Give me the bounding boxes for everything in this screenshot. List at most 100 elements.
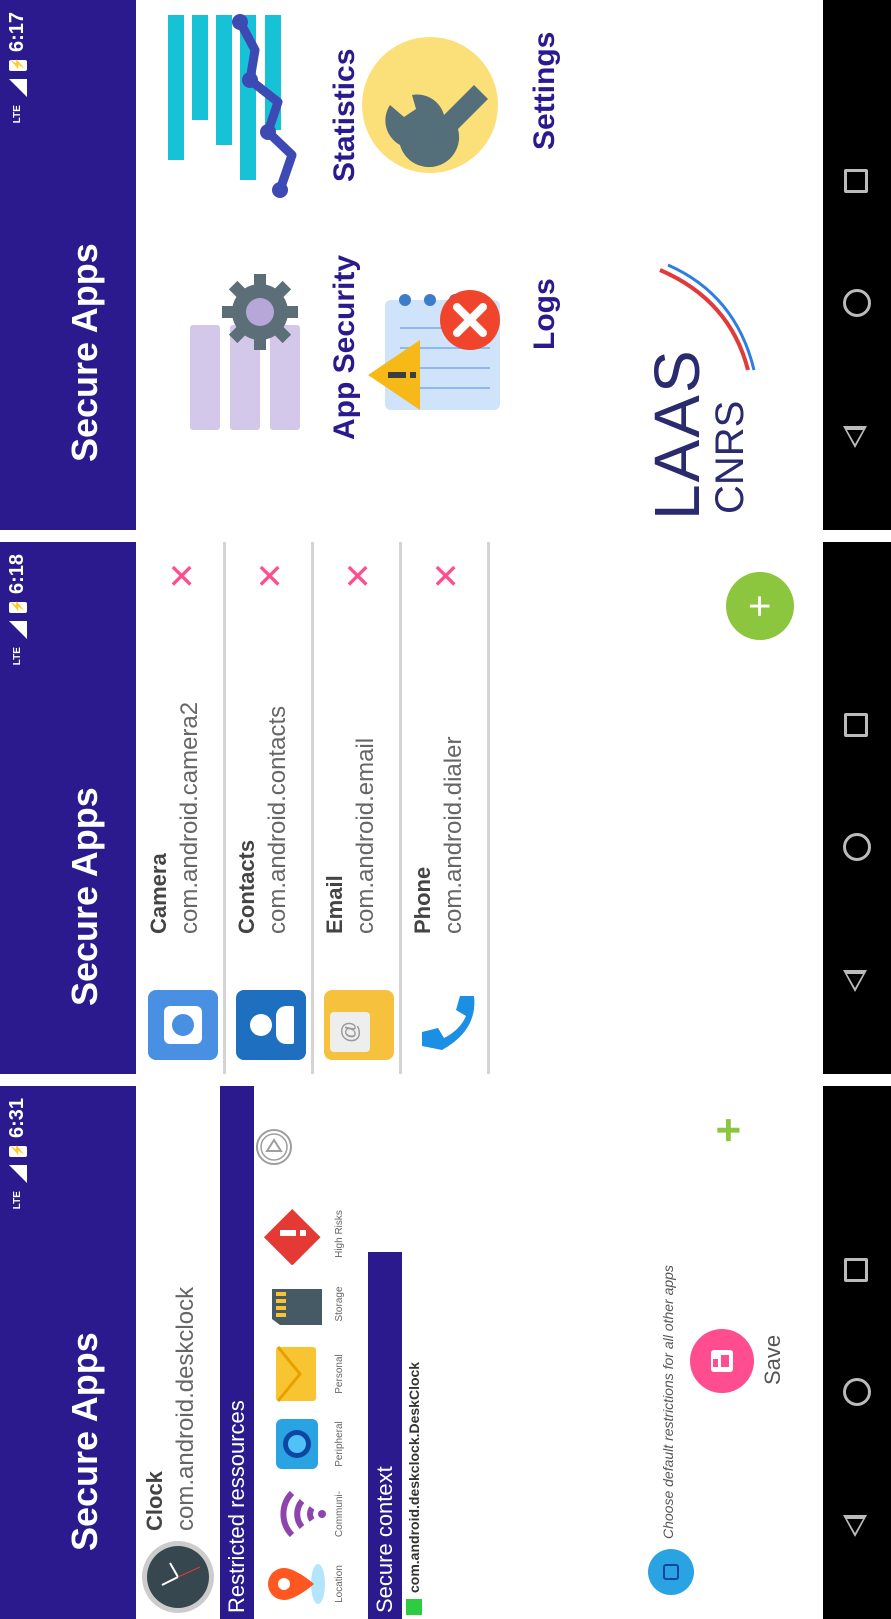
recents-icon[interactable] [844, 713, 868, 737]
sd-card-icon[interactable] [262, 1273, 332, 1335]
app-package: com.android.dialer [440, 736, 467, 934]
app-row-phone[interactable]: Phone com.android.dialer ✕ [404, 542, 490, 1074]
logs-icon [368, 290, 500, 410]
location-icon[interactable] [262, 1553, 332, 1615]
envelope-icon[interactable] [262, 1343, 332, 1405]
remove-app-button[interactable]: ✕ [164, 562, 202, 591]
app-title: Secure Apps [64, 787, 105, 1006]
signal-icon [8, 621, 27, 640]
resource-label: Peripheral [334, 1421, 345, 1467]
back-icon[interactable] [843, 970, 867, 992]
signal-icon [8, 79, 27, 98]
add-button[interactable]: + [704, 1117, 754, 1143]
app-name: Clock [142, 1471, 167, 1531]
wrench-icon [362, 37, 498, 173]
resources-row: Location Communi- Peripheral Personal St… [254, 1086, 360, 1619]
app-security-icon [190, 274, 300, 430]
home-icon[interactable] [843, 289, 871, 317]
laas-cnrs-logo: LAAS CNRS [640, 260, 760, 520]
app-security-tile[interactable]: App Security [160, 250, 361, 470]
statistics-label: Statistics [328, 48, 361, 182]
screen-home: LTE 6:17 Secure Apps [0, 0, 891, 530]
nav-bar [823, 1086, 891, 1619]
network-type: LTE [12, 105, 23, 124]
logs-tile[interactable]: Logs [360, 230, 561, 430]
app-header: Clock com.android.deskclock [136, 1086, 220, 1619]
defaults-button[interactable] [648, 1549, 694, 1595]
network-type: LTE [12, 1191, 23, 1210]
default-restrictions-hint: Choose default restrictions for all othe… [660, 1265, 676, 1539]
app-title: Secure Apps [64, 1332, 105, 1551]
save-label: Save [760, 1334, 785, 1385]
logs-label: Logs [528, 278, 561, 350]
clock-time: 6:17 [6, 12, 28, 53]
clock-time: 6:31 [6, 1098, 28, 1139]
resource-label: Personal [334, 1354, 345, 1394]
context-activity-row[interactable]: com.android.deskclock.DeskClock [406, 1362, 422, 1615]
resource-label: Storage [334, 1286, 345, 1322]
home-icon[interactable] [843, 1378, 871, 1406]
nav-bar [823, 0, 891, 530]
app-name: Camera [146, 853, 171, 934]
battery-icon [8, 1146, 27, 1158]
app-bar: Secure Apps [36, 542, 136, 1074]
remove-app-button[interactable]: ✕ [428, 562, 466, 591]
camera-icon[interactable] [262, 1413, 332, 1475]
warning-icon[interactable] [262, 1203, 332, 1265]
app-row-camera[interactable]: Camera com.android.camera2 ✕ [140, 542, 226, 1074]
square-icon [663, 1564, 679, 1580]
resource-label: High Risks [334, 1210, 345, 1258]
recents-icon[interactable] [844, 1258, 868, 1282]
resource-label: Location [334, 1565, 345, 1603]
phone-app-icon [422, 996, 475, 1050]
recents-icon[interactable] [844, 169, 868, 193]
save-icon [711, 1350, 733, 1372]
battery-icon [8, 602, 27, 614]
statistics-icon [168, 14, 297, 198]
status-bar: LTE 6:17 [0, 0, 36, 530]
settings-label: Settings [528, 31, 561, 150]
play-circle-icon[interactable] [254, 1127, 294, 1167]
app-security-label: App Security [328, 254, 361, 440]
wifi-icon[interactable] [262, 1483, 332, 1545]
network-type: LTE [12, 647, 23, 666]
app-package: com.android.camera2 [176, 701, 203, 934]
nav-bar [823, 542, 891, 1074]
remove-app-button[interactable]: ✕ [252, 562, 290, 591]
context-activity: com.android.deskclock.DeskClock [406, 1361, 422, 1593]
logo-swoosh-icon [659, 263, 756, 371]
contacts-app-icon [236, 990, 306, 1060]
email-app-icon: @ [324, 990, 394, 1060]
status-bar: LTE 6:18 [0, 542, 36, 1074]
settings-tile[interactable]: Settings [360, 15, 561, 185]
remove-app-button[interactable]: ✕ [340, 562, 378, 591]
status-bar: LTE 6:31 [0, 1086, 36, 1619]
plus-icon: + [737, 594, 782, 618]
app-name: Contacts [234, 839, 259, 934]
app-bar: Secure Apps [36, 1086, 136, 1619]
screen-list-panel: LTE 6:18 Secure Apps Camera com.android.… [0, 542, 891, 1074]
app-title: Secure Apps [64, 243, 105, 462]
app-row-email[interactable]: @ Email com.android.email ✕ [316, 542, 402, 1074]
clock-time: 6:18 [6, 554, 28, 595]
row-divider [399, 542, 402, 1074]
row-divider [311, 542, 314, 1074]
app-package: com.android.deskclock [172, 1286, 199, 1531]
statistics-tile[interactable]: Statistics [160, 10, 361, 200]
screen-detail-panel: LTE 6:31 Secure Apps Clock [0, 1086, 891, 1619]
screen-home-panel: LTE 6:17 Secure Apps [0, 0, 891, 530]
app-row-contacts[interactable]: Contacts com.android.contacts ✕ [228, 542, 314, 1074]
signal-icon [8, 1165, 27, 1184]
home-icon[interactable] [843, 833, 871, 861]
back-icon[interactable] [843, 1515, 867, 1537]
app-bar: Secure Apps [36, 0, 136, 530]
save-button[interactable] [690, 1329, 754, 1393]
screen-app-list: LTE 6:18 Secure Apps Camera com.android.… [0, 542, 891, 1074]
battery-icon [8, 60, 27, 72]
back-icon[interactable] [843, 426, 867, 448]
add-app-button[interactable]: + [726, 572, 794, 640]
checkbox-icon[interactable] [406, 1599, 422, 1615]
secure-context-header: Secure context [368, 1252, 402, 1619]
camera-app-icon [148, 990, 218, 1060]
app-name: Email [322, 875, 347, 934]
